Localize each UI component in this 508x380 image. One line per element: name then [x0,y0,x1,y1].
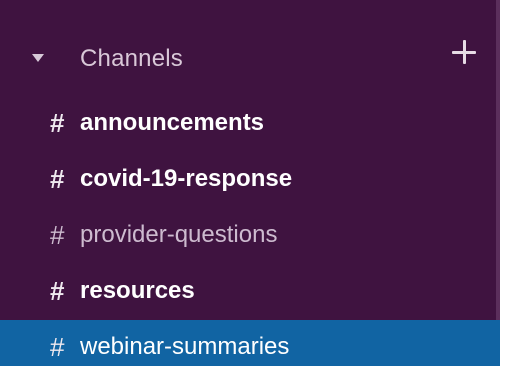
channel-resources[interactable]: # resources [0,264,500,319]
channel-announcements[interactable]: # announcements [0,96,500,151]
hash-icon: # [50,332,65,362]
hash-icon: # [50,220,65,250]
channels-sidebar: Channels # announcements # covid-19-resp… [0,0,500,375]
channel-covid-19-response[interactable]: # covid-19-response [0,152,500,207]
bottom-band [0,366,508,380]
hash-icon: # [50,276,65,306]
channels-section-header[interactable]: Channels [0,28,500,86]
channel-name: provider-questions [80,221,278,248]
section-title: Channels [80,45,184,72]
channel-name: resources [80,277,195,304]
channel-name: covid-19-response [80,165,293,192]
channel-name: webinar-summaries [80,333,290,360]
hash-icon: # [50,108,65,138]
channel-name: announcements [80,109,265,136]
right-gutter [500,0,508,380]
plus-icon[interactable] [448,36,480,68]
channel-provider-questions[interactable]: # provider-questions [0,208,500,263]
caret-down-icon[interactable] [32,54,44,62]
hash-icon: # [50,164,65,194]
